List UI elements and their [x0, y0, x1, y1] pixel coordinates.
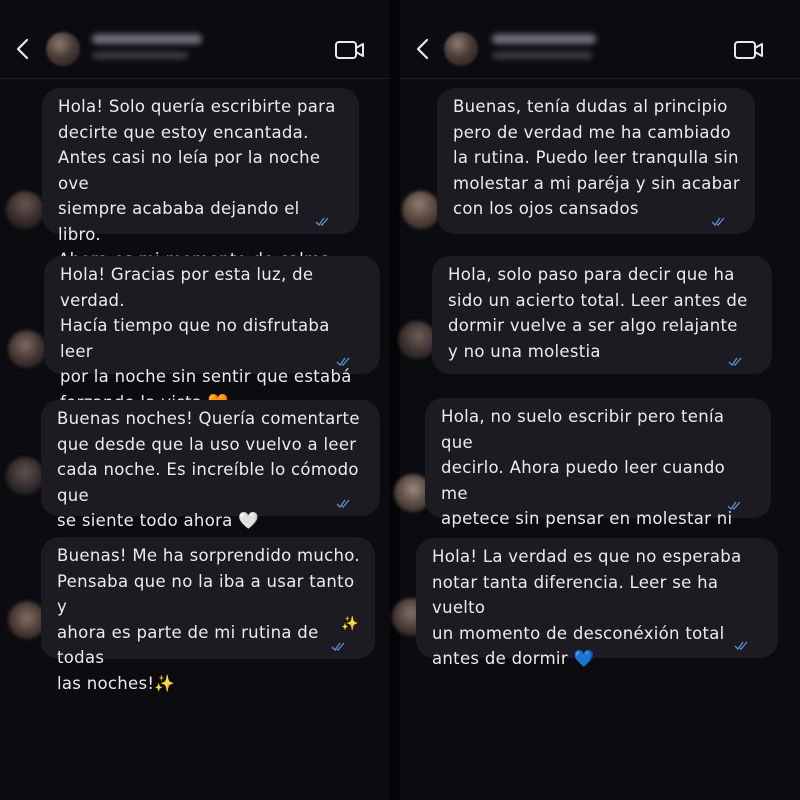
avatar[interactable] — [46, 32, 80, 66]
message-text: Hola! La verdad es que no esperaba notar… — [432, 547, 742, 668]
chat-panel-left: Hola! Solo quería escribirte para decirt… — [0, 0, 390, 800]
panel-divider — [390, 0, 400, 800]
double-check-icon — [711, 217, 725, 227]
chevron-left-icon[interactable] — [412, 36, 434, 62]
message-bubble[interactable]: Hola! La verdad es que no esperaba notar… — [416, 538, 778, 668]
avatar[interactable] — [444, 32, 478, 66]
double-check-icon — [728, 357, 742, 367]
avatar[interactable] — [8, 330, 46, 368]
double-check-icon — [331, 642, 345, 652]
message-text: Hola, solo paso para decir que ha sido u… — [448, 265, 748, 361]
contact-status-blurred — [492, 52, 592, 59]
chat-header — [0, 22, 390, 79]
contact-name-blurred[interactable] — [492, 34, 596, 44]
message-text: Buenas! Me ha sorprendido mucho. Pensaba… — [57, 546, 360, 693]
message-bubble[interactable]: Hola, solo paso para decir que ha sido u… — [432, 256, 772, 374]
contact-name-blurred[interactable] — [92, 34, 202, 44]
chevron-left-icon[interactable] — [12, 36, 34, 62]
avatar[interactable] — [6, 457, 44, 495]
message-bubble[interactable]: Buenas, tenía dudas al principio pero de… — [437, 88, 755, 234]
chat-panel-right: Buenas, tenía dudas al principio pero de… — [392, 0, 800, 800]
chat-header — [400, 22, 800, 79]
sparkle-icon: ✨ — [341, 615, 359, 632]
avatar[interactable] — [6, 191, 44, 229]
avatar[interactable] — [402, 191, 440, 229]
double-check-icon — [336, 499, 350, 509]
contact-status-blurred — [92, 52, 188, 59]
message-text: Hola! Gracias por esta luz, de verdad. H… — [60, 265, 352, 412]
message-bubble[interactable]: Buenas! Me ha sorprendido mucho. Pensaba… — [41, 537, 375, 693]
double-check-icon — [734, 641, 748, 651]
message-bubble[interactable]: Hola! Gracias por esta luz, de verdad. H… — [44, 256, 380, 412]
message-bubble[interactable]: Hola! Solo quería escribirte para decirt… — [42, 88, 359, 295]
double-check-icon — [727, 501, 741, 511]
double-check-icon — [315, 217, 329, 227]
message-text: Buenas, tenía dudas al principio pero de… — [453, 97, 740, 218]
message-bubble[interactable]: Buenas noches! Quería comentarte que des… — [41, 400, 380, 530]
video-camera-icon[interactable] — [733, 38, 765, 62]
double-check-icon — [336, 357, 350, 367]
video-camera-icon[interactable] — [334, 38, 366, 62]
message-text: Buenas noches! Quería comentarte que des… — [57, 409, 360, 530]
avatar[interactable] — [398, 321, 436, 359]
message-bubble[interactable]: Hola, no suelo escribir pero tenía que d… — [425, 398, 771, 579]
